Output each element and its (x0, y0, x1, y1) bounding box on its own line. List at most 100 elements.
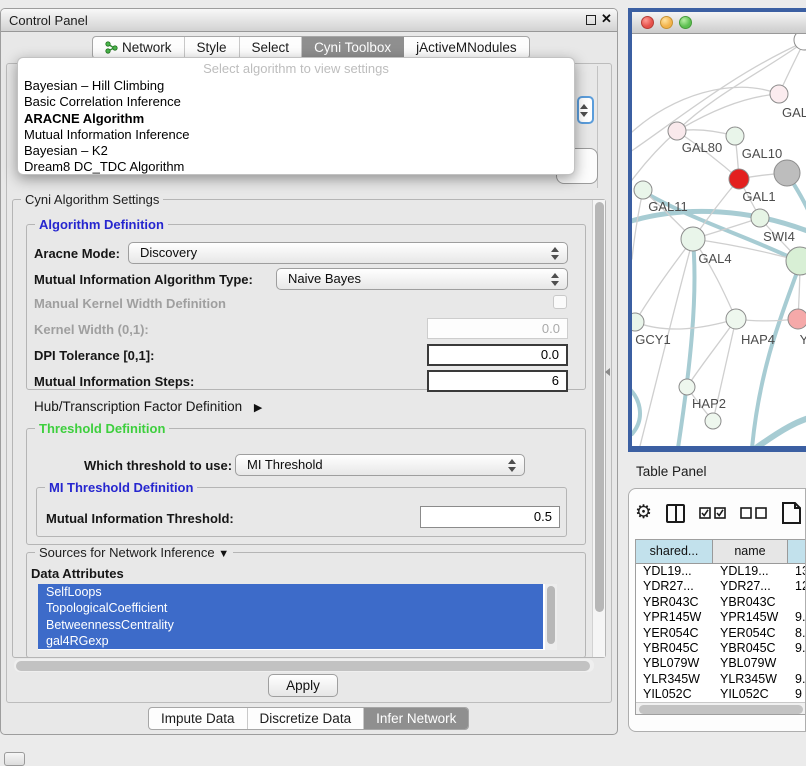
tab-select[interactable]: Select (240, 37, 303, 58)
float-window-icon[interactable] (586, 15, 596, 25)
network-node-gal80[interactable] (668, 122, 686, 140)
list-item[interactable]: BetweennessCentrality (38, 617, 543, 633)
network-node-hap2[interactable] (679, 379, 695, 395)
table-row[interactable]: YER054CYER054C8. (636, 626, 806, 641)
table-hscrollbar-thumb[interactable] (639, 705, 803, 714)
expander-collapsed-icon[interactable]: ▶ (254, 402, 262, 414)
settings-hscrollbar-thumb[interactable] (16, 661, 590, 671)
dpi-tolerance-field[interactable]: 0.0 (427, 344, 568, 366)
table-row[interactable]: YPR145WYPR145W9. (636, 610, 806, 625)
network-window-titlebar[interactable] (632, 12, 806, 34)
column-header-name[interactable]: name (713, 540, 788, 563)
table-row[interactable]: YDL19...YDL19...13 (636, 564, 806, 579)
table-row[interactable]: YBR045CYBR045C9. (636, 641, 806, 656)
network-edge[interactable] (677, 94, 779, 131)
select-all-columns-icon[interactable] (699, 507, 726, 520)
algorithm-option[interactable]: Bayesian – K2 (18, 143, 574, 159)
algorithm-option-selected[interactable]: ARACNE Algorithm (18, 111, 574, 127)
settings-vertical-scrollbar[interactable] (592, 200, 605, 657)
network-node-gal4[interactable] (681, 227, 705, 251)
table-row[interactable]: YIL052CYIL052C9 (636, 687, 806, 702)
tab-network[interactable]: Network (93, 37, 185, 58)
which-threshold-select[interactable]: MI Threshold (235, 454, 525, 476)
network-node-gal1[interactable] (751, 209, 769, 227)
mi-steps-field[interactable]: 6 (427, 370, 568, 392)
column-header-partial[interactable] (788, 540, 806, 563)
tab-infer-network[interactable]: Infer Network (364, 708, 468, 729)
network-edge[interactable] (678, 241, 695, 446)
table-row[interactable]: YDR27...YDR27...12 (636, 579, 806, 594)
algorithm-option[interactable]: Mutual Information Inference (18, 127, 574, 143)
splitpane-divider-arrow[interactable] (605, 368, 610, 376)
network-node-label: HAP4 (741, 332, 775, 347)
table-row[interactable]: YBR043CYBR043C (636, 595, 806, 610)
data-attributes-list[interactable]: SelfLoops TopologicalCoefficient Between… (38, 584, 557, 650)
algorithm-option[interactable]: Dream8 DC_TDC Algorithm (18, 159, 574, 175)
sources-title[interactable]: Sources for Network Inference ▼ (35, 545, 233, 560)
apply-button[interactable]: Apply (268, 674, 338, 697)
list-item[interactable]: SelfLoops (38, 584, 543, 600)
network-edge[interactable] (632, 131, 677, 180)
minimize-traffic-light-icon[interactable] (660, 16, 673, 29)
network-node[interactable] (729, 169, 749, 189)
close-traffic-light-icon[interactable] (641, 16, 654, 29)
tab-discretize-data[interactable]: Discretize Data (248, 708, 365, 729)
list-item[interactable]: TopologicalCoefficient (38, 600, 543, 616)
network-node-label: GAL11 (648, 199, 688, 214)
algorithm-option[interactable]: Basic Correlation Inference (18, 94, 574, 110)
settings-scrollbar-thumb[interactable] (595, 202, 604, 612)
table-row[interactable]: YBL079WYBL079W (636, 656, 806, 671)
close-icon[interactable]: ✕ (601, 11, 612, 27)
settings-horizontal-scrollbar[interactable] (14, 659, 594, 672)
attributes-scrollbar-thumb[interactable] (547, 586, 555, 644)
network-node-y[interactable] (788, 309, 806, 329)
network-node-label: GCY1 (635, 332, 670, 347)
network-node-hap4[interactable] (726, 309, 746, 329)
cyni-mode-tab-bar: Impute Data Discretize Data Infer Networ… (148, 707, 469, 730)
network-node-gcy1[interactable] (632, 313, 644, 331)
network-node-label: GAL4 (698, 251, 731, 266)
export-table-icon[interactable] (781, 501, 803, 525)
column-header-shared-name[interactable]: shared... (636, 540, 713, 563)
deselect-all-columns-icon[interactable] (740, 507, 767, 520)
network-node-gal10[interactable] (726, 127, 744, 145)
manual-kernel-width-checkbox[interactable] (553, 295, 567, 309)
expander-expanded-icon[interactable]: ▼ (218, 548, 229, 560)
combo-spinner-focused[interactable] (577, 96, 594, 124)
kernel-width-field[interactable]: 0.0 (427, 318, 568, 339)
network-edge[interactable] (635, 319, 736, 329)
algorithm-option[interactable]: Bayesian – Hill Climbing (18, 78, 574, 94)
tab-style[interactable]: Style (185, 37, 240, 58)
hub-expander[interactable]: Hub/Transcription Factor Definition ▶ (34, 399, 262, 414)
tab-impute-data[interactable]: Impute Data (149, 708, 248, 729)
table-horizontal-scrollbar[interactable] (636, 702, 806, 715)
network-node[interactable] (705, 413, 721, 429)
minimized-panel-icon[interactable] (4, 752, 25, 766)
aracne-mode-label: Aracne Mode: (34, 246, 120, 261)
network-edge[interactable] (756, 417, 806, 446)
network-edge[interactable] (632, 386, 640, 434)
tab-jactivemnodules[interactable]: jActiveMNodules (404, 37, 529, 58)
list-item[interactable]: gal4RGexp (38, 633, 543, 649)
network-edge[interactable] (752, 264, 800, 446)
network-canvas[interactable]: GALGAL80GAL10GAL1SWI4GAL11GAL4GCY1HAP4YH… (632, 34, 806, 446)
network-edge[interactable] (635, 239, 693, 322)
node-table: shared... name YDL19...YDL19...13 YDR27.… (635, 539, 806, 715)
which-threshold-label: Which threshold to use: (84, 458, 232, 473)
control-panel-titlebar[interactable]: Control Panel ✕ (1, 9, 617, 32)
tab-cyni-toolbox[interactable]: Cyni Toolbox (302, 37, 404, 58)
aracne-mode-select[interactable]: Discovery (128, 242, 568, 264)
network-node[interactable] (774, 160, 800, 186)
network-edge[interactable] (632, 87, 779, 132)
columns-icon[interactable] (666, 504, 685, 523)
network-edge[interactable] (632, 190, 643, 259)
mi-threshold-field[interactable]: 0.5 (420, 506, 560, 528)
mi-algorithm-type-select[interactable]: Naive Bayes (276, 268, 568, 290)
attributes-vertical-scrollbar[interactable] (545, 584, 557, 650)
gear-icon[interactable]: ⚙ (635, 498, 652, 528)
network-node-swi4[interactable] (786, 247, 806, 275)
network-node-gal[interactable] (770, 85, 788, 103)
table-row[interactable]: YLR345WYLR345W9. (636, 672, 806, 687)
zoom-traffic-light-icon[interactable] (679, 16, 692, 29)
network-node-gal11[interactable] (634, 181, 652, 199)
